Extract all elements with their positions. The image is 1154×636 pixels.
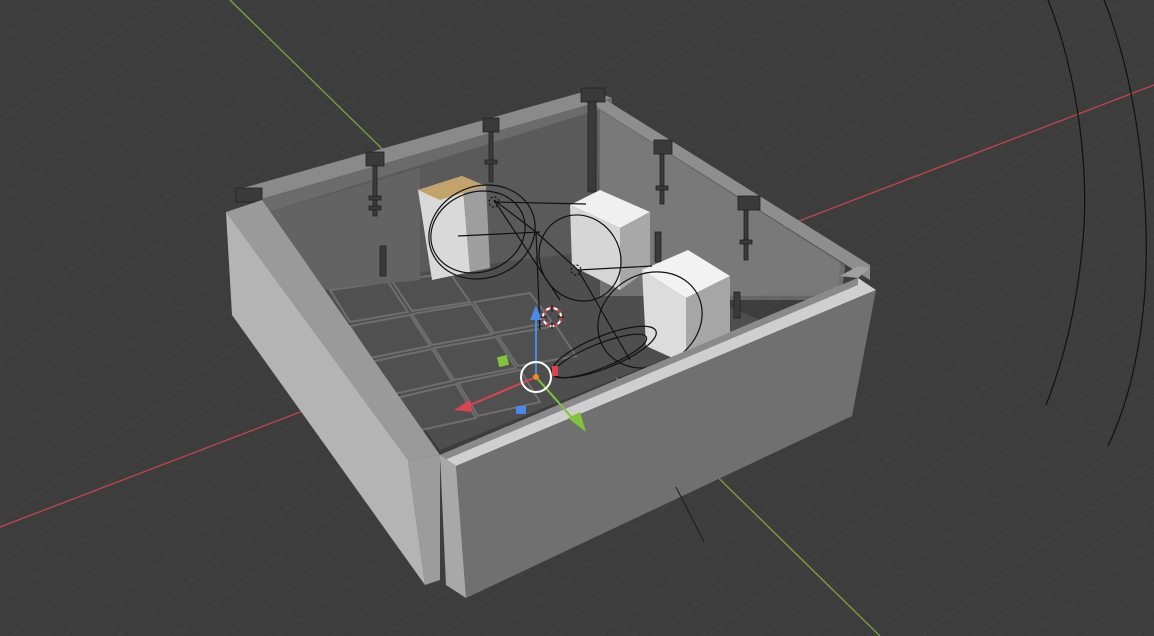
3d-viewport[interactable] <box>0 0 1154 636</box>
viewport-canvas[interactable] <box>0 0 1154 636</box>
gizmo-plane-xz[interactable] <box>552 366 558 376</box>
object-origin <box>533 374 539 380</box>
gizmo-plane-xy[interactable] <box>516 406 526 414</box>
